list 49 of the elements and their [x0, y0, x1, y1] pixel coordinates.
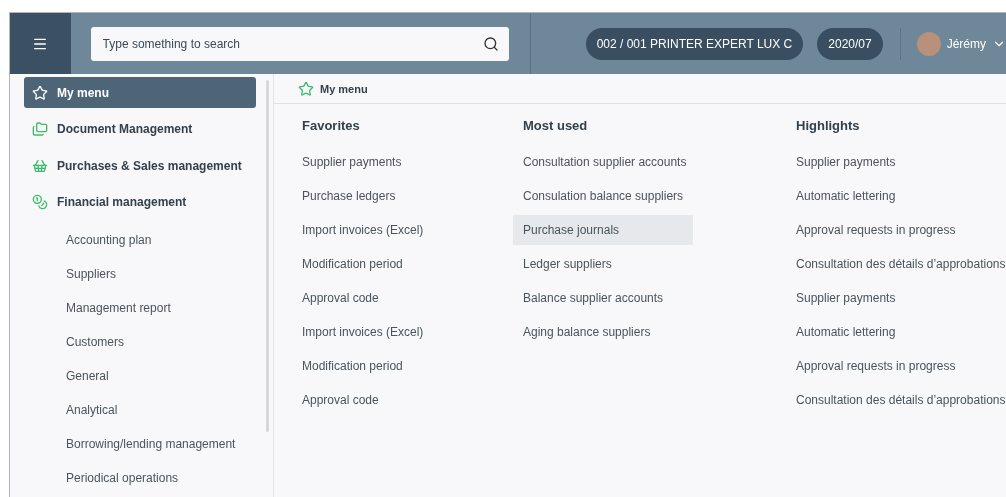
menu-link[interactable]: Supplier payments — [786, 283, 906, 313]
menu-link[interactable]: Automatic lettering — [786, 181, 906, 211]
sidebar-subitem[interactable]: Periodical operations — [24, 461, 179, 495]
section-title: My menu — [320, 82, 368, 95]
sidebar-subitem[interactable]: Suppliers — [24, 257, 117, 291]
sidebar-item[interactable]: Purchases & Sales management — [24, 150, 256, 181]
menu-link[interactable]: Ledger suppliers — [513, 249, 622, 279]
menu-link[interactable]: Approval code — [292, 385, 389, 415]
menu-link[interactable]: Consulation balance suppliers — [513, 181, 694, 211]
avatar — [916, 31, 941, 56]
user-menu[interactable]: Jérémy — [916, 31, 1006, 56]
search-field[interactable]: Type something to search — [90, 26, 509, 61]
coins-icon — [32, 194, 48, 210]
sidebar-subitem[interactable]: General — [24, 359, 109, 393]
column-heading: Favorites — [301, 118, 361, 135]
column-heading: Highlights — [795, 118, 861, 135]
menu-link[interactable]: Automatic lettering — [786, 317, 906, 347]
menu-link[interactable]: Import invoices (Excel) — [292, 215, 434, 245]
period-selector[interactable]: 2020/07 — [817, 27, 883, 60]
sidebar-subitem[interactable]: Borrowing/lending management — [24, 427, 236, 461]
menu-link[interactable]: Approval requests in progress — [786, 351, 966, 381]
menu-link[interactable]: Approval code — [292, 283, 389, 313]
menu-link[interactable]: Modification period — [292, 249, 413, 279]
sidebar-item[interactable]: Financial management — [24, 186, 256, 218]
column-heading: Most used — [522, 118, 589, 135]
menu-link[interactable]: Import invoices (Excel) — [292, 317, 434, 347]
sidebar-subitem[interactable]: Management report — [24, 291, 171, 325]
menu-link[interactable]: Modification period — [292, 351, 413, 381]
menu-link[interactable]: Supplier payments — [292, 147, 412, 177]
sidebar-item[interactable]: Document Management — [24, 113, 256, 145]
sidebar-item[interactable]: My menu — [24, 77, 256, 108]
star-icon — [32, 84, 48, 101]
sidebar-subitem[interactable]: Analytical — [24, 393, 118, 427]
menu-link[interactable]: Purchase journals — [513, 215, 693, 245]
menu-link[interactable]: Supplier payments — [786, 147, 906, 177]
search-icon[interactable] — [482, 35, 499, 52]
sidebar-subitem[interactable]: Customers — [24, 325, 124, 359]
folder-icon — [32, 121, 48, 137]
menu-link[interactable]: Purchase ledgers — [292, 181, 406, 211]
menu-link[interactable]: Aging balance suppliers — [513, 317, 661, 347]
menu-link[interactable]: Consultation des détails d’approbations — [786, 249, 1006, 279]
sidebar-subitem[interactable]: Accounting plan — [24, 223, 152, 257]
basket-icon — [32, 157, 48, 174]
company-selector[interactable]: 002 / 001 PRINTER EXPERT LUX C — [585, 27, 804, 60]
menu-link[interactable]: Consultation des détails d’approbations — [786, 385, 1006, 415]
menu-link[interactable]: Consultation supplier accounts — [513, 147, 697, 177]
star-icon — [298, 80, 314, 97]
menu-link[interactable]: Approval requests in progress — [786, 215, 966, 245]
menu-link[interactable]: Balance supplier accounts — [513, 283, 674, 313]
